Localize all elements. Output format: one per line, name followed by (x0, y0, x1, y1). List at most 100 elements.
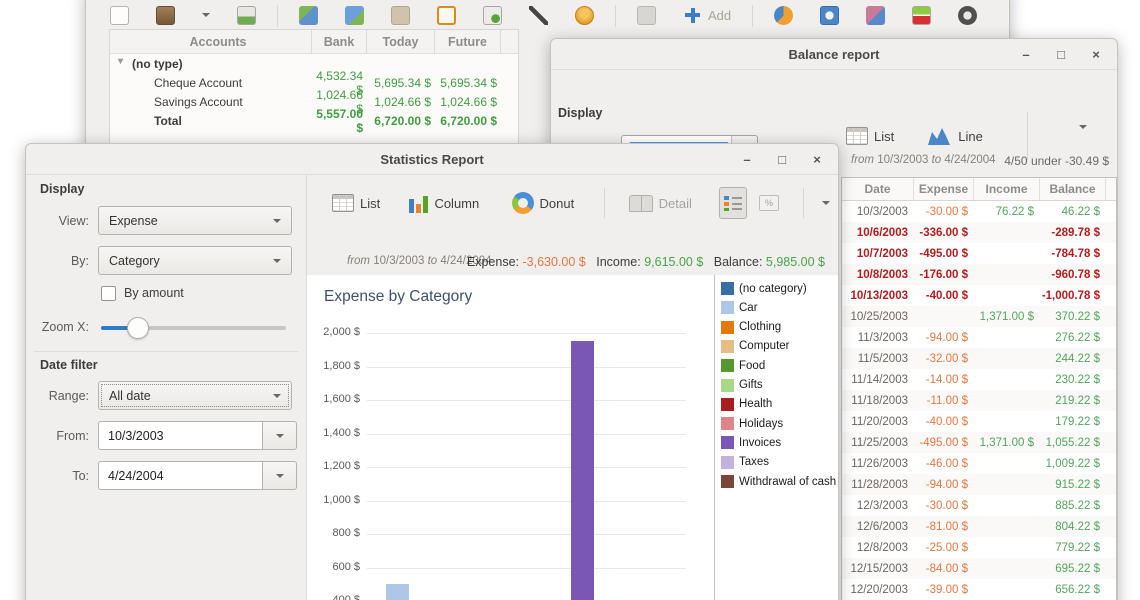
minimize-button[interactable]: – (1019, 39, 1033, 70)
cell-expense: -30.00 $ (914, 206, 974, 218)
header-date[interactable]: Date (842, 178, 914, 200)
y-axis-tick-label: 1,000 $ (312, 494, 360, 506)
balance-table-row[interactable]: 12/3/2003-30.00 $885.22 $ (842, 495, 1116, 516)
balance-table-row[interactable]: 10/8/2003-176.00 $-960.78 $ (842, 264, 1116, 285)
scheduled-toolbar-button[interactable] (437, 6, 456, 25)
by-select[interactable]: Category (98, 246, 292, 275)
balance-table-row[interactable]: 11/5/2003-32.00 $244.22 $ (842, 348, 1116, 369)
add-label: Add (708, 8, 731, 23)
balance-table-row[interactable]: 12/6/2003-81.00 $804.22 $ (842, 516, 1116, 537)
zoom-x-slider[interactable] (101, 326, 286, 330)
maximize-button[interactable]: □ (1054, 39, 1068, 70)
future-value: 6,720.00 $ (435, 114, 501, 128)
account-row[interactable]: Total5,557.00 $6,720.00 $6,720.00 $ (110, 111, 518, 130)
close-button[interactable]: × (810, 144, 824, 175)
report-toolbar-button[interactable] (637, 6, 656, 25)
by-amount-checkbox[interactable] (101, 286, 116, 301)
donut-view-button[interactable]: Donut (512, 192, 575, 214)
new-file-toolbar-button[interactable] (110, 6, 129, 25)
balance-table-row[interactable]: 11/3/2003-94.00 $276.22 $ (842, 327, 1116, 348)
list-view-button[interactable]: List (332, 194, 380, 212)
cell-income: 76.22 $ (974, 206, 1040, 218)
stats-toolbar: List Column Donut Detail (307, 183, 838, 223)
balance-table-row[interactable]: 11/28/2003-94.00 $915.22 $ (842, 474, 1116, 495)
balance-table-row[interactable]: 10/7/2003-495.00 $-784.78 $ (842, 243, 1116, 264)
balance-under-status: 4/50 under -30.49 $ (1004, 154, 1109, 168)
accounts-header-accounts[interactable]: Accounts (125, 30, 312, 53)
balance-table-row[interactable]: 12/20/2003-39.00 $656.22 $ (842, 579, 1116, 600)
cell-expense: -11.00 $ (914, 395, 974, 407)
cell-expense: -336.00 $ (914, 227, 974, 239)
header-balance[interactable]: Balance (1040, 178, 1106, 200)
balance-table-row[interactable]: 10/13/2003-40.00 $-1,000.78 $ (842, 285, 1116, 306)
import-toolbar-button[interactable] (237, 6, 256, 25)
to-date-value[interactable]: 4/24/2004 (98, 461, 262, 490)
balance-table-row[interactable]: 12/8/2003-25.00 $779.22 $ (842, 537, 1116, 558)
from-date-value[interactable]: 10/3/2003 (98, 421, 262, 450)
stats-titlebar[interactable]: Statistics Report – □ × (26, 144, 838, 175)
header-filler (1106, 178, 1116, 200)
from-date-dropdown-button[interactable] (262, 421, 297, 450)
pie-chart-toolbar-button[interactable] (774, 6, 793, 25)
money-toolbar-button[interactable] (575, 6, 594, 25)
view-select[interactable]: Expense (98, 206, 292, 235)
print-toolbar-button[interactable] (156, 6, 175, 25)
range-select[interactable]: All date (98, 381, 292, 410)
to-date-dropdown-button[interactable] (262, 461, 297, 490)
legend-toggle-button[interactable] (719, 187, 747, 219)
operations-toolbar-button[interactable] (391, 6, 410, 25)
maximize-button[interactable]: □ (775, 144, 789, 175)
percent-toggle-button[interactable] (757, 187, 782, 219)
balance-table-row[interactable]: 11/20/2003-40.00 $179.22 $ (842, 411, 1116, 432)
header-income[interactable]: Income (974, 178, 1040, 200)
edit-toolbar-button[interactable] (529, 6, 548, 25)
stats-more-options-button[interactable] (813, 187, 838, 219)
mail-toolbar-button[interactable] (483, 6, 502, 25)
cell-expense: -94.00 $ (914, 479, 974, 491)
cell-expense: -39.00 $ (914, 584, 974, 596)
chevron-down-icon (822, 201, 830, 209)
tree-expand-icon[interactable]: ▾ (118, 56, 123, 67)
bar-chart-toolbar-button[interactable] (912, 6, 931, 25)
legend-label: Health (739, 398, 772, 410)
accounts-header-today[interactable]: Today (367, 30, 435, 53)
balance-table-row[interactable]: 10/25/20031,371.00 $370.22 $ (842, 306, 1116, 327)
balance-table-row[interactable]: 11/18/2003-11.00 $219.22 $ (842, 390, 1116, 411)
line-view-button[interactable]: Line (926, 126, 983, 146)
to-date-picker[interactable]: 4/24/2004 (98, 461, 297, 490)
dropdown-caret-toolbar-button[interactable] (202, 9, 210, 21)
cell-date: 10/25/2003 (842, 311, 914, 323)
clock-toolbar-button[interactable] (820, 6, 839, 25)
close-button[interactable]: × (1089, 39, 1103, 70)
legend-item: Clothing (721, 321, 781, 334)
slider-thumb[interactable] (127, 317, 149, 339)
dashboard-toolbar-button[interactable] (958, 6, 977, 25)
legend-swatch (721, 359, 734, 372)
balance-table-row[interactable]: 10/6/2003-336.00 $-289.78 $ (842, 222, 1116, 243)
cell-date: 12/3/2003 (842, 500, 914, 512)
cell-expense: -32.00 $ (914, 353, 974, 365)
balance-table-row[interactable]: 11/25/2003-495.00 $1,371.00 $1,055.22 $ (842, 432, 1116, 453)
balance-table-row[interactable]: 11/14/2003-14.00 $230.22 $ (842, 369, 1116, 390)
from-date-picker[interactable]: 10/3/2003 (98, 421, 297, 450)
main-toolbar: Add (86, 0, 1009, 27)
add-button-toolbar-button[interactable]: Add (683, 6, 731, 25)
balance-table-row[interactable]: 12/15/2003-84.00 $695.22 $ (842, 558, 1116, 579)
detail-button[interactable]: Detail (629, 195, 692, 212)
payees-icon (345, 6, 364, 25)
line-chart-toolbar-button[interactable] (866, 6, 885, 25)
cell-balance: 1,055.22 $ (1040, 437, 1106, 449)
accounts-toolbar-button[interactable] (299, 6, 318, 25)
accounts-header-bank[interactable]: Bank (312, 30, 367, 53)
accounts-header-future[interactable]: Future (435, 30, 501, 53)
header-expense[interactable]: Expense (914, 178, 974, 200)
minimize-button[interactable]: – (740, 144, 754, 175)
balance-titlebar[interactable]: Balance report – □ × (551, 39, 1117, 70)
payees-toolbar-button[interactable] (345, 6, 364, 25)
balance-more-options-button[interactable] (1079, 120, 1087, 138)
balance-table-row[interactable]: 11/26/2003-46.00 $1,009.22 $ (842, 453, 1116, 474)
column-view-button[interactable]: Column (408, 194, 479, 213)
list-view-label: List (874, 129, 894, 144)
balance-table-row[interactable]: 10/3/2003-30.00 $76.22 $46.22 $ (842, 201, 1116, 222)
list-view-button[interactable]: List (846, 127, 894, 145)
